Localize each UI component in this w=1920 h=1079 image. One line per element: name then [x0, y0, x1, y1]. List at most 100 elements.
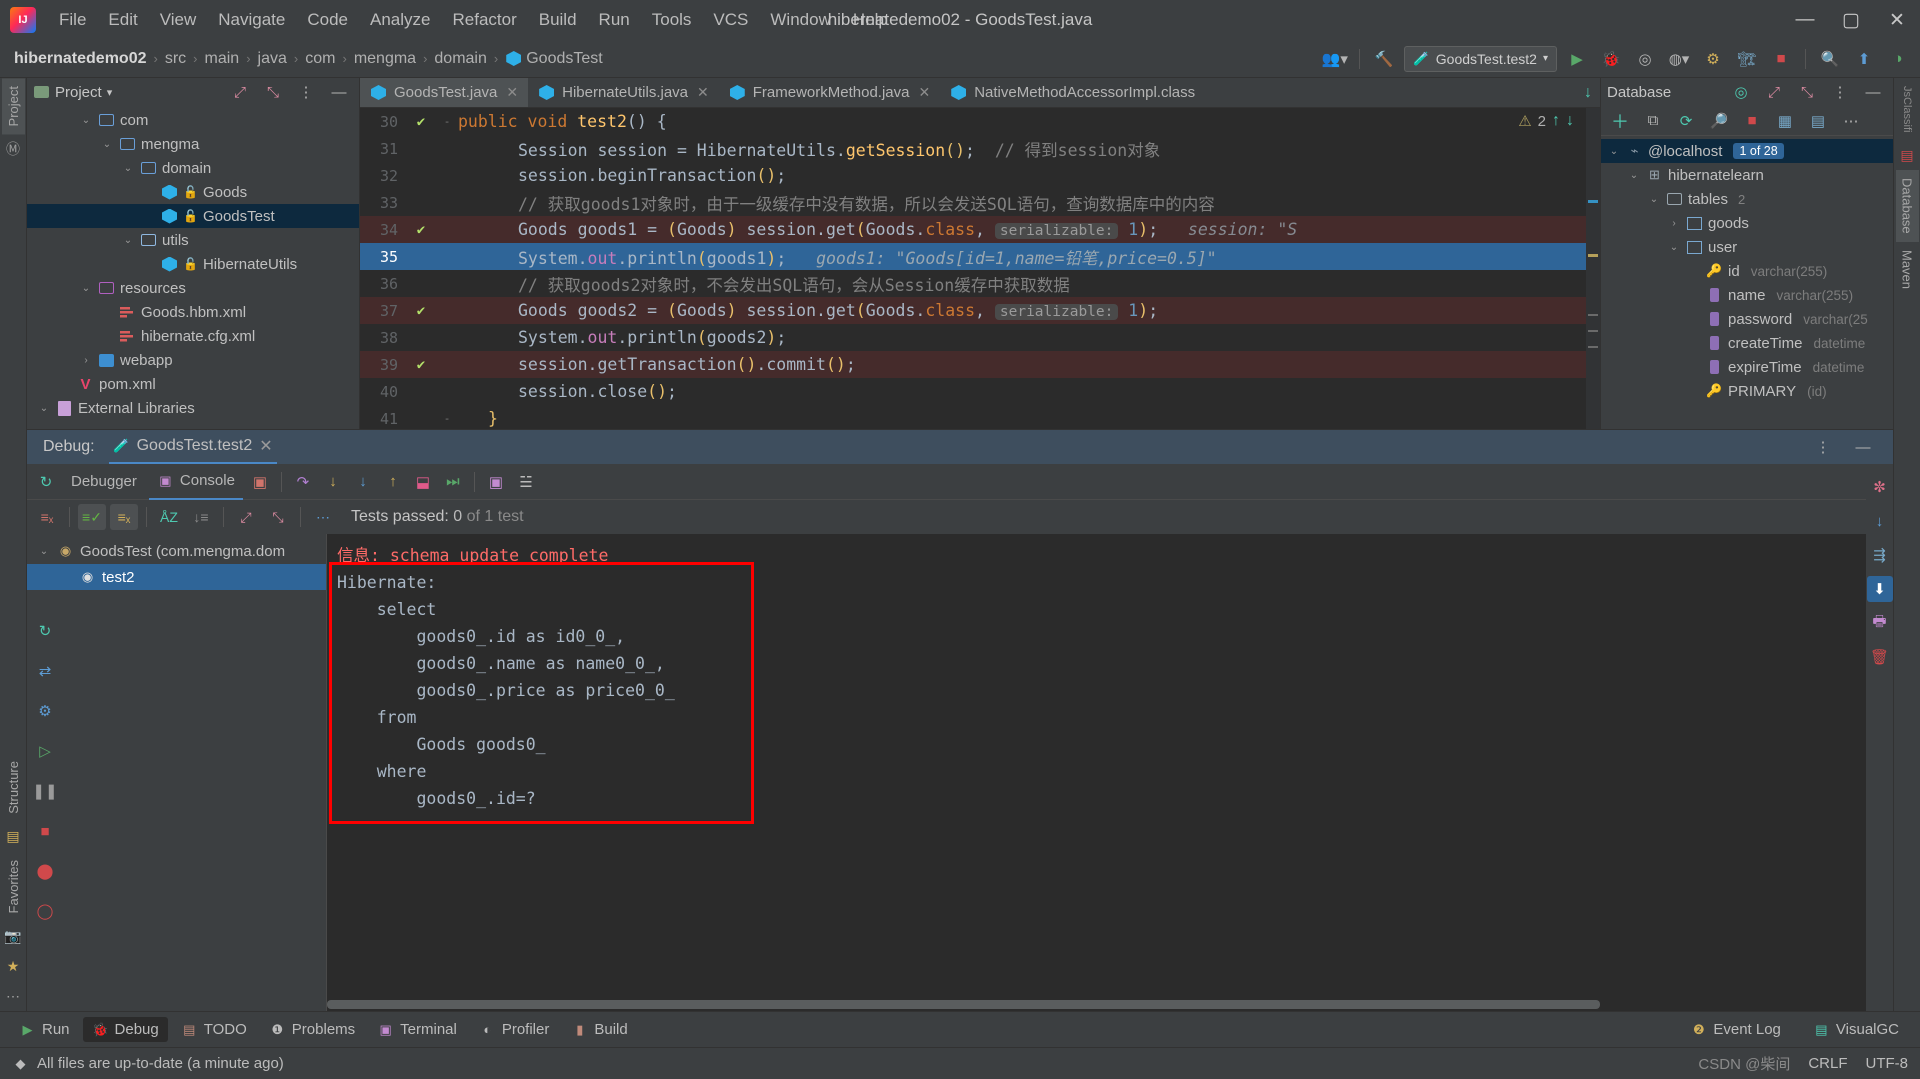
- menu-help[interactable]: Help: [842, 6, 899, 34]
- project-tree-item[interactable]: ⌄ utils: [27, 228, 359, 252]
- tree-chevron-icon[interactable]: ⌄: [121, 163, 135, 174]
- drop-frame-icon[interactable]: ⬓: [410, 469, 436, 495]
- close-icon[interactable]: ✕: [697, 84, 709, 101]
- project-tree-item[interactable]: 🔓 Goods: [27, 180, 359, 204]
- database-tree-item[interactable]: ⌄ ⌁ @localhost 1 of 28: [1601, 139, 1893, 163]
- menu-run[interactable]: Run: [588, 6, 641, 34]
- maximize-button[interactable]: ▢: [1828, 0, 1874, 40]
- tool-button-debug[interactable]: 🐞 Debug: [82, 1017, 168, 1042]
- code-line[interactable]: 35 System.out.println(goods1); goods1: "G…: [360, 243, 1600, 270]
- chevron-down-icon[interactable]: ↓: [1584, 84, 1592, 102]
- more-icon[interactable]: ⋯: [309, 504, 337, 530]
- favorites-star-icon[interactable]: ★: [1, 954, 25, 978]
- copy-icon[interactable]: ⧉: [1639, 108, 1667, 134]
- gutter-run-icon[interactable]: ✔: [406, 222, 436, 238]
- hide-icon[interactable]: —: [325, 79, 353, 105]
- project-tree-item[interactable]: › webapp: [27, 348, 359, 372]
- chevron-down-icon[interactable]: ▾: [107, 86, 113, 99]
- collapse-icon[interactable]: ⤡: [259, 79, 287, 105]
- test-tree-item[interactable]: ◉ test2: [27, 564, 326, 590]
- minimize-button[interactable]: —: [1782, 0, 1828, 40]
- show-passed-icon[interactable]: ≡✓: [78, 504, 106, 530]
- force-step-into-icon[interactable]: ↓: [350, 469, 376, 495]
- database-tree-item[interactable]: expireTime datetime: [1601, 355, 1893, 379]
- tool-button-todo[interactable]: ▤ TODO: [172, 1017, 256, 1042]
- close-icon[interactable]: ✕: [918, 84, 930, 101]
- code-line[interactable]: 41 -}: [360, 405, 1600, 432]
- tree-chevron-icon[interactable]: ⌄: [100, 139, 114, 150]
- sidebar-tab-database[interactable]: Database: [1895, 170, 1919, 243]
- more-icon[interactable]: ⋯: [1, 984, 25, 1008]
- code-line[interactable]: 40 session.close();: [360, 378, 1600, 405]
- step-out-icon[interactable]: ↑: [380, 469, 406, 495]
- more-icon[interactable]: ⋮: [292, 79, 320, 105]
- breadcrumb-goodstest[interactable]: GoodsTest: [526, 50, 602, 68]
- more-icon[interactable]: ⋮: [1809, 434, 1837, 460]
- editor-tab[interactable]: HibernateUtils.java ✕: [528, 78, 719, 107]
- console-output[interactable]: 信息: schema update complete Hibernate: sel…: [327, 534, 1893, 1011]
- debug-session-tab[interactable]: 🧪 GoodsTest.test2 ✕: [108, 430, 277, 464]
- project-tree-item[interactable]: Goods.hbm.xml: [27, 300, 359, 324]
- stripe-mark-other[interactable]: [1588, 346, 1598, 348]
- profile-icon[interactable]: ◍▾: [1665, 46, 1693, 72]
- project-tree-item[interactable]: 🔓 HibernateUtils: [27, 252, 359, 276]
- breakpoints-icon[interactable]: ⬤: [32, 858, 58, 884]
- tool-button-terminal[interactable]: ▣ Terminal: [368, 1017, 466, 1042]
- rerun-icon[interactable]: ↻: [32, 618, 58, 644]
- tool-button-problems[interactable]: ❶ Problems: [260, 1017, 364, 1042]
- run-configuration-selector[interactable]: 🧪 GoodsTest.test2 ▾: [1403, 45, 1557, 72]
- menu-analyze[interactable]: Analyze: [359, 6, 441, 34]
- update-project-icon[interactable]: ⬆: [1850, 46, 1878, 72]
- expand-icon[interactable]: ⤢: [226, 79, 254, 105]
- menu-file[interactable]: File: [48, 6, 97, 34]
- tree-chevron-icon[interactable]: ⌄: [1667, 242, 1681, 253]
- gutter-run-icon[interactable]: ✔: [406, 114, 436, 130]
- database-tree-item[interactable]: name varchar(255): [1601, 283, 1893, 307]
- stop-icon[interactable]: ■: [1767, 46, 1795, 72]
- sync-icon[interactable]: ◎: [1727, 79, 1755, 105]
- hammer-icon[interactable]: 🔨: [1370, 46, 1398, 72]
- previous-problem-icon[interactable]: ↑: [1552, 112, 1560, 130]
- tool-button-profiler[interactable]: ◐ Profiler: [470, 1017, 559, 1042]
- tool-button-event-log[interactable]: ❷ Event Log: [1681, 1017, 1790, 1042]
- close-icon[interactable]: ✕: [259, 436, 272, 456]
- search-icon[interactable]: 🔎: [1705, 108, 1733, 134]
- code-line[interactable]: 31 Session session = HibernateUtils.getSe…: [360, 135, 1600, 162]
- table-icon[interactable]: ▦: [1771, 108, 1799, 134]
- tree-chevron-icon[interactable]: ⌄: [121, 235, 135, 246]
- breadcrumb-project[interactable]: hibernatedemo02: [14, 50, 146, 68]
- menu-navigate[interactable]: Navigate: [207, 6, 296, 34]
- close-icon[interactable]: ✕: [506, 84, 518, 101]
- project-tree-item[interactable]: 🔓 GoodsTest: [27, 204, 359, 228]
- console-icon[interactable]: ▤: [1804, 108, 1832, 134]
- more-icon[interactable]: ⋮: [1826, 79, 1854, 105]
- editor-tab-bar[interactable]: GoodsTest.java ✕ HibernateUtils.java ✕ Frame…: [360, 78, 1600, 108]
- browser-icon[interactable]: ◑: [1884, 46, 1912, 72]
- stripe-mark-other[interactable]: [1588, 314, 1598, 316]
- console-horizontal-scrollbar[interactable]: [327, 1000, 1879, 1009]
- inspection-widget[interactable]: ⚠ 2 ↑ ↓: [1518, 112, 1574, 130]
- database-tree-item[interactable]: 🔑 id varchar(255): [1601, 259, 1893, 283]
- tree-chevron-icon[interactable]: ⌄: [1607, 146, 1621, 157]
- code-line[interactable]: 39 ✔ session.getTransaction().commit();: [360, 351, 1600, 378]
- project-tree-item[interactable]: ⌄ domain: [27, 156, 359, 180]
- menu-refactor[interactable]: Refactor: [441, 6, 527, 34]
- expand-icon[interactable]: ⤢: [1760, 79, 1788, 105]
- members-icon[interactable]: 👥▾: [1321, 46, 1349, 72]
- export-icon[interactable]: ⬇: [1866, 576, 1893, 602]
- step-into-icon[interactable]: ↓: [320, 469, 346, 495]
- tool-button-run[interactable]: ▶ Run: [10, 1017, 79, 1042]
- debug-icon[interactable]: 🐞: [1597, 46, 1625, 72]
- collapse-icon[interactable]: ⤡: [1793, 79, 1821, 105]
- collapse-all-icon[interactable]: ⤡: [264, 504, 292, 530]
- rerun-icon[interactable]: ↻: [33, 469, 59, 495]
- editor-tab[interactable]: GoodsTest.java ✕: [360, 78, 529, 107]
- next-problem-icon[interactable]: ↓: [1566, 112, 1574, 130]
- breadcrumb-main[interactable]: main: [205, 50, 240, 68]
- sort-duration-icon[interactable]: ↓≡: [187, 504, 215, 530]
- breadcrumb-com[interactable]: com: [305, 50, 335, 68]
- bookmarks-icon[interactable]: ▤: [1, 825, 25, 849]
- database-tree-item[interactable]: createTime datetime: [1601, 331, 1893, 355]
- tree-chevron-icon[interactable]: ⌄: [79, 283, 93, 294]
- rerun-failed-icon[interactable]: ≡ₓ: [33, 504, 61, 530]
